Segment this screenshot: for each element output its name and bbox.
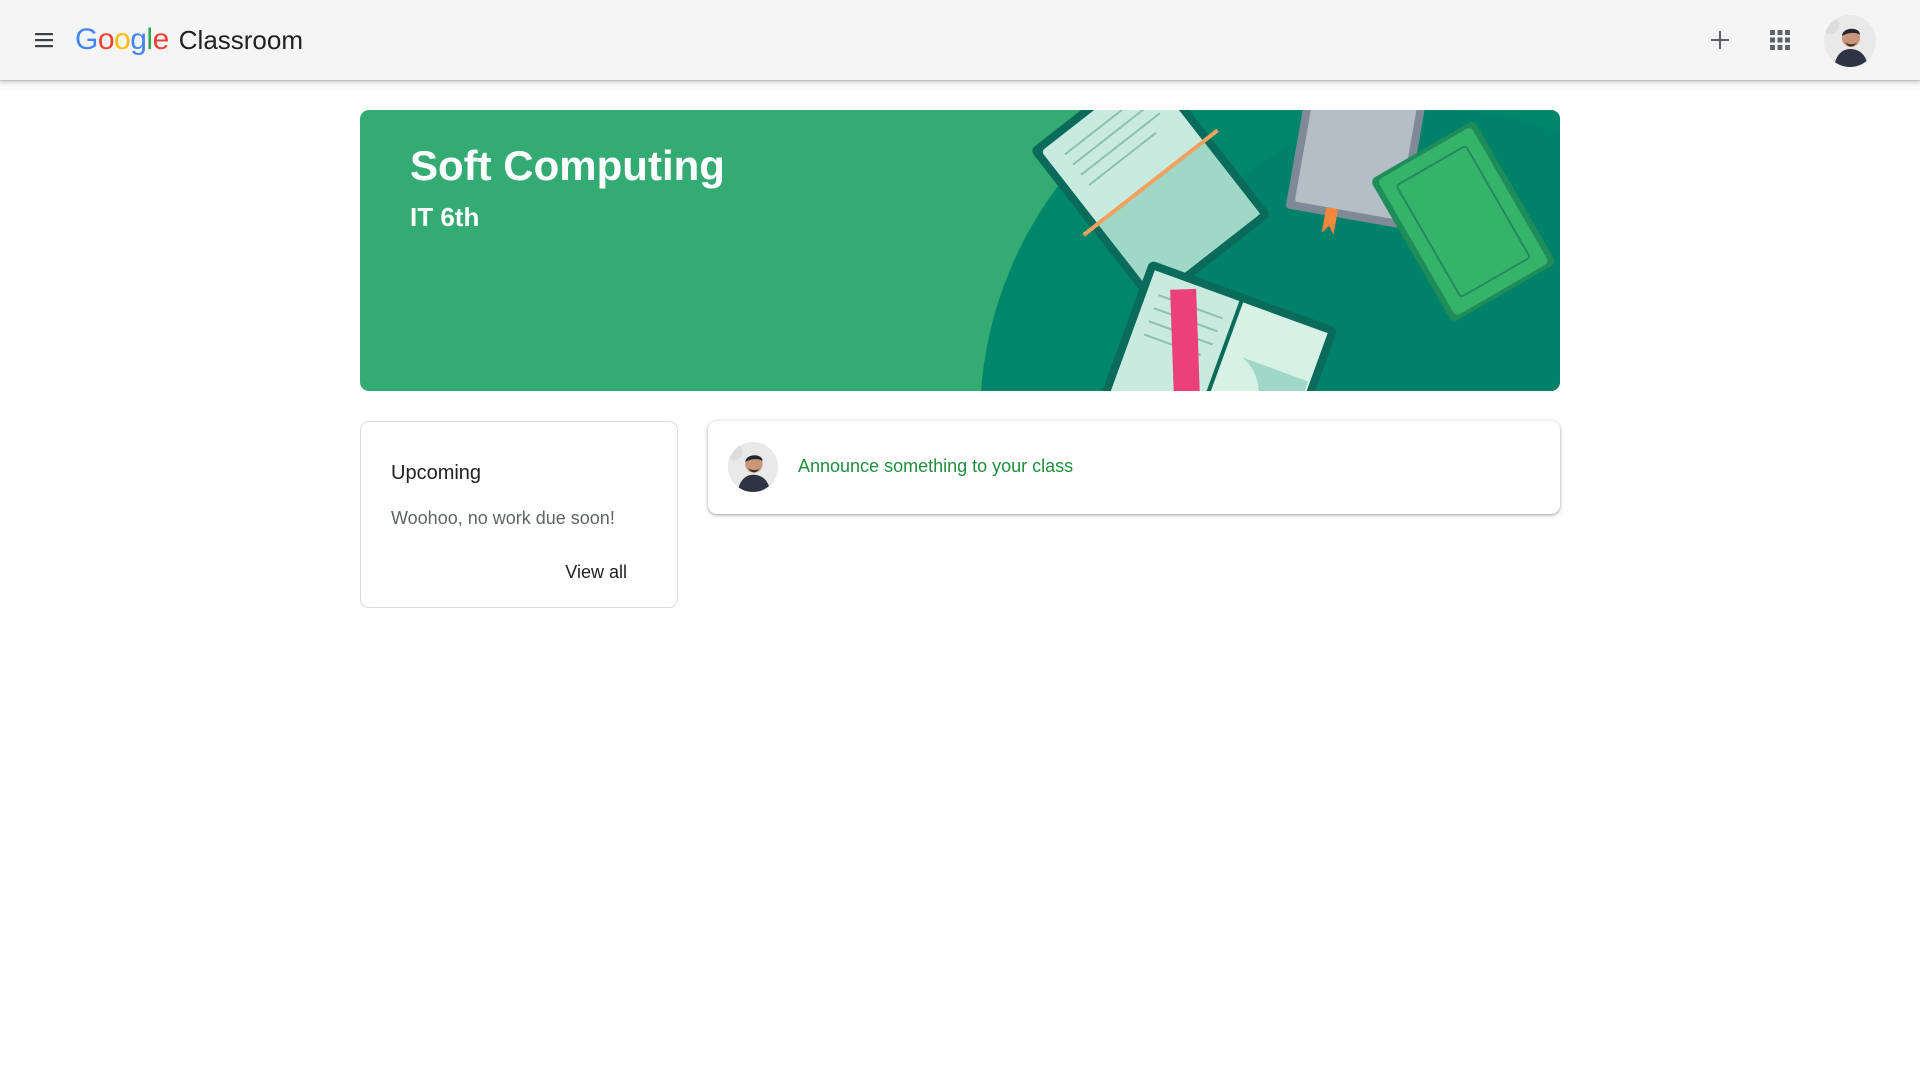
account-avatar[interactable]	[1824, 15, 1876, 67]
apps-grid-icon	[1770, 30, 1790, 50]
main-menu-button[interactable]	[26, 22, 62, 58]
upcoming-empty-message: Woohoo, no work due soon!	[391, 508, 615, 528]
upcoming-title: Upcoming	[391, 462, 482, 484]
announce-placeholder[interactable]: Announce something to your class	[798, 456, 1073, 477]
top-app-bar: Google Classroom	[0, 0, 1920, 80]
google-apps-button[interactable]	[1760, 20, 1800, 60]
class-section: IT 6th	[410, 202, 480, 232]
view-all-link[interactable]: View all	[565, 562, 627, 583]
create-or-join-class-button[interactable]	[1700, 20, 1740, 60]
announcer-avatar	[728, 442, 778, 492]
hamburger-menu-icon	[35, 33, 53, 48]
google-wordmark: Google	[75, 23, 169, 56]
user-avatar	[1824, 15, 1876, 67]
upcoming-card: Upcoming Woohoo, no work due soon! View …	[360, 421, 678, 608]
product-name: Classroom	[178, 25, 304, 55]
class-name[interactable]: Soft Computing	[410, 142, 725, 190]
plus-icon	[1711, 31, 1729, 49]
user-avatar	[728, 442, 778, 492]
google-classroom-logo[interactable]: Google Classroom	[75, 22, 303, 58]
announce-box[interactable]: Announce something to your class	[708, 421, 1560, 514]
class-header-banner: Soft Computing IT 6th	[360, 110, 1560, 391]
